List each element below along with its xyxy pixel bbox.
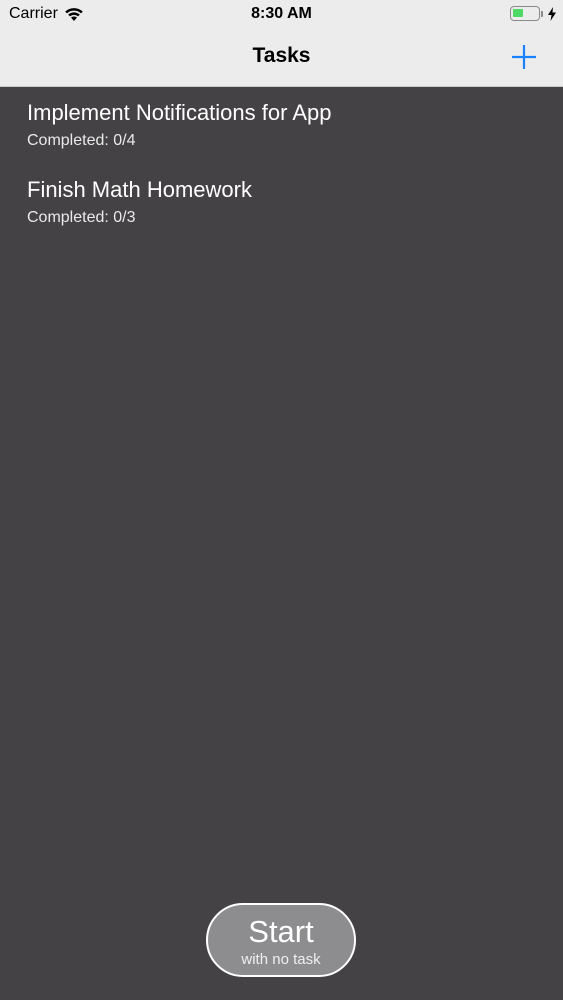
battery-nub [541,10,543,17]
task-progress: Completed: 0/4 [27,132,136,149]
navigation-bar: Carrier 8:30 AM Tasks [0,0,563,87]
task-list: Implement Notifications for App Complete… [0,87,563,241]
battery-level [513,9,523,17]
status-time: 8:30 AM [251,5,312,22]
start-button[interactable]: Start with no task [206,903,356,977]
battery-icon [510,6,540,21]
start-label: Start [248,914,314,949]
task-progress: Completed: 0/3 [27,209,136,226]
add-task-button[interactable] [507,40,541,74]
task-title: Finish Math Homework [27,177,252,202]
charging-bolt-icon [548,6,556,21]
page-title: Tasks [252,44,311,67]
start-sublabel: with no task [241,951,321,968]
battery-group [510,6,557,21]
task-row[interactable]: Implement Notifications for App Complete… [0,87,563,164]
plus-icon [512,45,536,69]
status-bar: Carrier 8:30 AM [0,0,563,30]
task-row[interactable]: Finish Math Homework Completed: 0/3 [0,164,563,241]
task-title: Implement Notifications for App [27,100,332,125]
